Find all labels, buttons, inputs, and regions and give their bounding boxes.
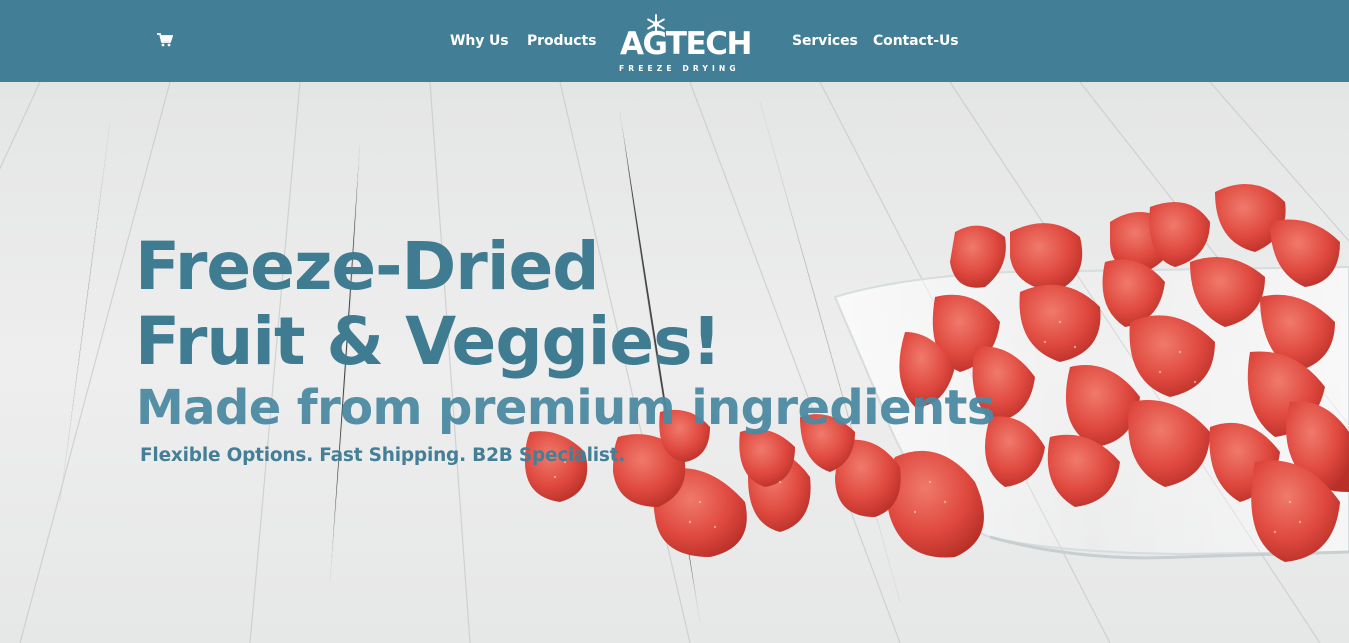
hero-section: Freeze-Dried Fruit & Veggies! Made from … bbox=[0, 82, 1349, 643]
hero-title-line-2: Fruit & Veggies! bbox=[135, 303, 722, 380]
nav-services[interactable]: Services bbox=[792, 33, 858, 49]
nav-products[interactable]: Products bbox=[527, 33, 596, 49]
nav-contact-us[interactable]: Contact-Us bbox=[873, 33, 959, 49]
brand-name: AGTECH bbox=[620, 26, 752, 62]
brand-logo[interactable]: AGTECH FREEZE DRYING bbox=[618, 14, 760, 74]
hero-title-line-1: Freeze-Dried bbox=[135, 228, 599, 305]
brand-tagline: FREEZE DRYING bbox=[619, 64, 740, 73]
site-header: Why Us Products AGTECH FREEZE DRYING Ser… bbox=[0, 0, 1349, 82]
hero-tagline: Flexible Options. Fast Shipping. B2B Spe… bbox=[140, 445, 626, 466]
nav-why-us[interactable]: Why Us bbox=[450, 33, 509, 49]
shopping-cart-icon[interactable] bbox=[157, 32, 174, 47]
hero-subtitle: Made from premium ingredients bbox=[136, 380, 995, 436]
